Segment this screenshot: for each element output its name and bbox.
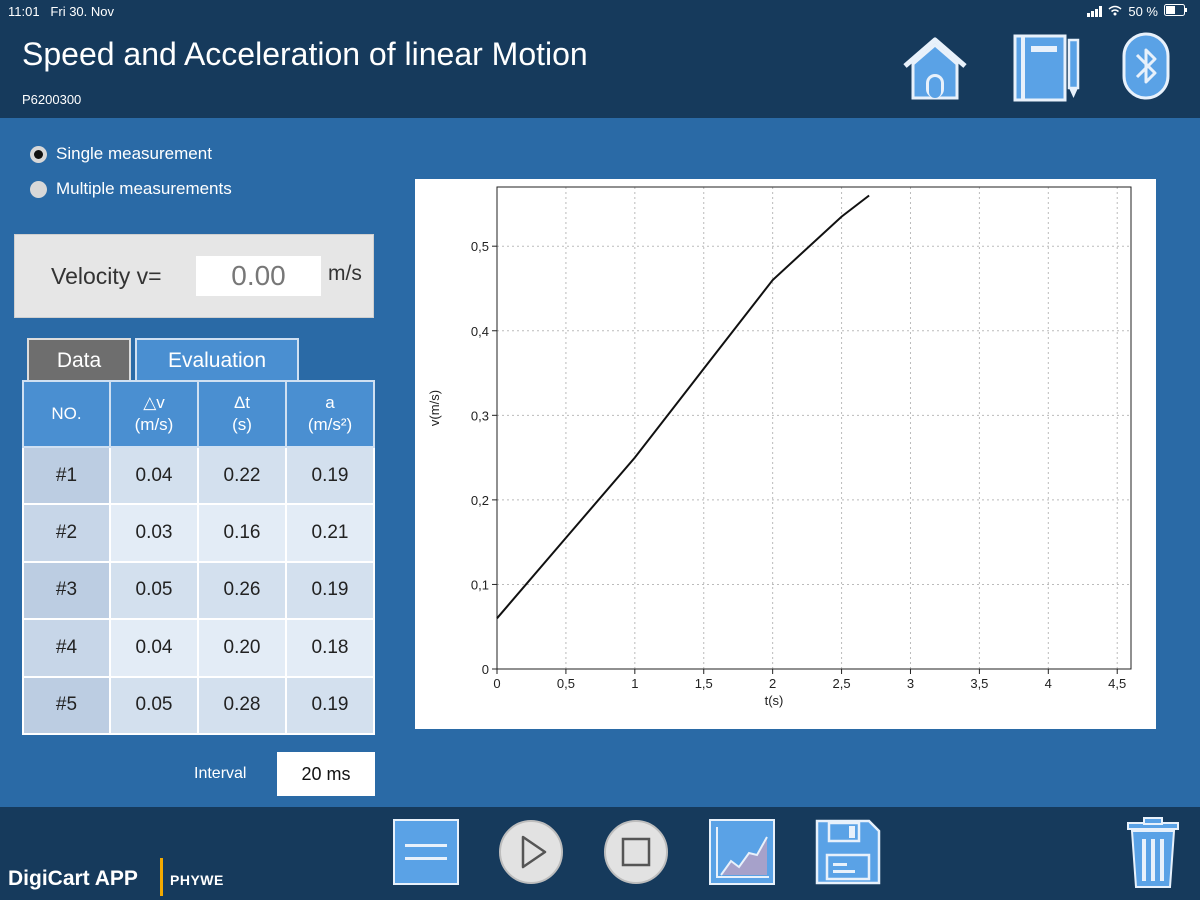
table-cell: 0.22 — [197, 445, 287, 506]
y-tick-label: 0,3 — [471, 408, 489, 423]
column-header-dt: Δt (s) — [197, 380, 287, 448]
play-icon — [499, 820, 563, 884]
y-tick-label: 0,5 — [471, 239, 489, 254]
stop-icon — [604, 820, 668, 884]
velocity-value: 0.00 — [196, 256, 321, 296]
series-line — [496, 194, 870, 619]
home-icon — [903, 37, 967, 100]
table-cell: 0.18 — [285, 618, 375, 678]
tab-data[interactable]: Data — [27, 338, 131, 380]
bluetooth-button[interactable] — [1110, 30, 1182, 102]
interval-input[interactable]: 20 ms — [277, 752, 375, 796]
notebook-button[interactable] — [1011, 30, 1083, 102]
x-tick-label: 2,5 — [833, 676, 851, 691]
battery-percent: 50 % — [1128, 4, 1158, 19]
table-cell: 0.26 — [197, 560, 287, 621]
radio-label: Multiple measurements — [56, 179, 232, 198]
chart-button[interactable] — [709, 819, 775, 885]
column-header-no: NO. — [22, 380, 111, 448]
table-cell: 0.04 — [109, 445, 199, 506]
velocity-display: Velocity v= 0.00 m/s — [15, 235, 373, 317]
x-tick-label: 2 — [769, 676, 776, 691]
y-tick-label: 0,4 — [471, 324, 489, 339]
x-axis-label: t(s) — [765, 693, 784, 708]
chart-icon — [709, 819, 775, 885]
wifi-icon — [1108, 4, 1122, 19]
table-cell: #3 — [22, 560, 111, 621]
chart-svg: 0 0,5 1 1,5 2 2,5 3 3,5 4 4,5 0 0,1 0,2 0,3 0,4 0,5 t(s)… — [427, 186, 1132, 708]
table-header-row: NO. △v (m/s) Δt (s) a (m/s²) — [22, 380, 375, 448]
interval-label: Interval — [194, 765, 247, 782]
x-tick-label: 0 — [493, 676, 500, 691]
velocity-label: Velocity v= — [51, 263, 162, 289]
stop-button[interactable] — [603, 819, 669, 885]
x-tick-label: 3,5 — [970, 676, 988, 691]
menu-icon — [393, 819, 459, 885]
play-button[interactable] — [498, 819, 564, 885]
tab-evaluation[interactable]: Evaluation — [135, 338, 299, 380]
phywe-logo: PHYWE — [170, 872, 224, 888]
radio-selected-icon — [30, 145, 47, 163]
plot-frame — [496, 186, 1132, 670]
table-cell: 0.05 — [109, 675, 199, 735]
radio-label: Single measurement — [56, 144, 212, 163]
y-tick-label: 0 — [482, 662, 489, 677]
table-row[interactable]: #1 0.04 0.22 0.19 — [22, 445, 375, 506]
status-bar: 11:01 Fri 30. Nov 50 % — [0, 0, 1200, 24]
table-cell: #4 — [22, 618, 111, 678]
notebook-icon — [1013, 34, 1080, 102]
radio-multiple-measurements[interactable]: Multiple measurements — [30, 179, 232, 199]
save-button[interactable] — [815, 819, 881, 885]
table-cell: 0.19 — [285, 560, 375, 621]
velocity-time-chart: 0 0,5 1 1,5 2 2,5 3 3,5 4 4,5 0 0,1 0,2 0,3 0,4 0,5 t(s)… — [415, 179, 1156, 729]
table-cell: #5 — [22, 675, 111, 735]
y-axis-label: v(m/s) — [427, 390, 442, 426]
brand-separator — [160, 858, 163, 896]
velocity-unit: m/s — [328, 262, 362, 285]
x-tick-label: 1 — [631, 676, 638, 691]
evaluation-table: NO. △v (m/s) Δt (s) a (m/s²) #1 0.04 0.22 0… — [22, 380, 375, 735]
table-row[interactable]: #2 0.03 0.16 0.21 — [22, 503, 375, 563]
app-brand: DigiCart APP — [8, 867, 138, 890]
radio-single-measurement[interactable]: Single measurement — [30, 144, 212, 164]
table-cell: 0.04 — [109, 618, 199, 678]
column-header-dv: △v (m/s) — [109, 380, 199, 448]
save-icon — [815, 819, 881, 885]
experiment-code: P6200300 — [22, 92, 82, 107]
delete-button[interactable] — [1124, 817, 1182, 891]
column-header-a: a (m/s²) — [285, 380, 375, 448]
trash-icon — [1127, 817, 1179, 888]
table-cell: 0.03 — [109, 503, 199, 563]
battery-icon — [1164, 4, 1188, 19]
x-tick-label: 0,5 — [557, 676, 575, 691]
table-row[interactable]: #3 0.05 0.26 0.19 — [22, 560, 375, 621]
menu-button[interactable] — [393, 819, 459, 885]
table-cell: 0.16 — [197, 503, 287, 563]
table-cell: 0.21 — [285, 503, 375, 563]
table-cell: 0.05 — [109, 560, 199, 621]
table-row[interactable]: #5 0.05 0.28 0.19 — [22, 675, 375, 735]
status-indicators: 50 % — [1087, 4, 1188, 19]
table-cell: #2 — [22, 503, 111, 563]
table-cell: 0.20 — [197, 618, 287, 678]
x-tick-label: 3 — [907, 676, 914, 691]
page-title: Speed and Acceleration of linear Motion — [22, 36, 588, 72]
home-button[interactable] — [899, 30, 971, 102]
table-cell: 0.19 — [285, 445, 375, 506]
app-header: Speed and Acceleration of linear Motion … — [0, 24, 1200, 118]
x-tick-label: 4,5 — [1108, 676, 1126, 691]
table-cell: 0.19 — [285, 675, 375, 735]
x-tick-label: 4 — [1045, 676, 1052, 691]
status-time: 11:01 Fri 30. Nov — [8, 4, 114, 19]
table-cell: 0.28 — [197, 675, 287, 735]
signal-icon — [1087, 6, 1103, 17]
table-cell: #1 — [22, 445, 111, 506]
radio-unselected-icon — [30, 180, 47, 198]
bluetooth-icon — [1122, 32, 1170, 100]
x-tick-label: 1,5 — [695, 676, 713, 691]
table-row[interactable]: #4 0.04 0.20 0.18 — [22, 618, 375, 678]
app-footer: DigiCart APP PHYWE — [0, 807, 1200, 900]
y-tick-label: 0,1 — [471, 577, 489, 592]
y-tick-label: 0,2 — [471, 493, 489, 508]
